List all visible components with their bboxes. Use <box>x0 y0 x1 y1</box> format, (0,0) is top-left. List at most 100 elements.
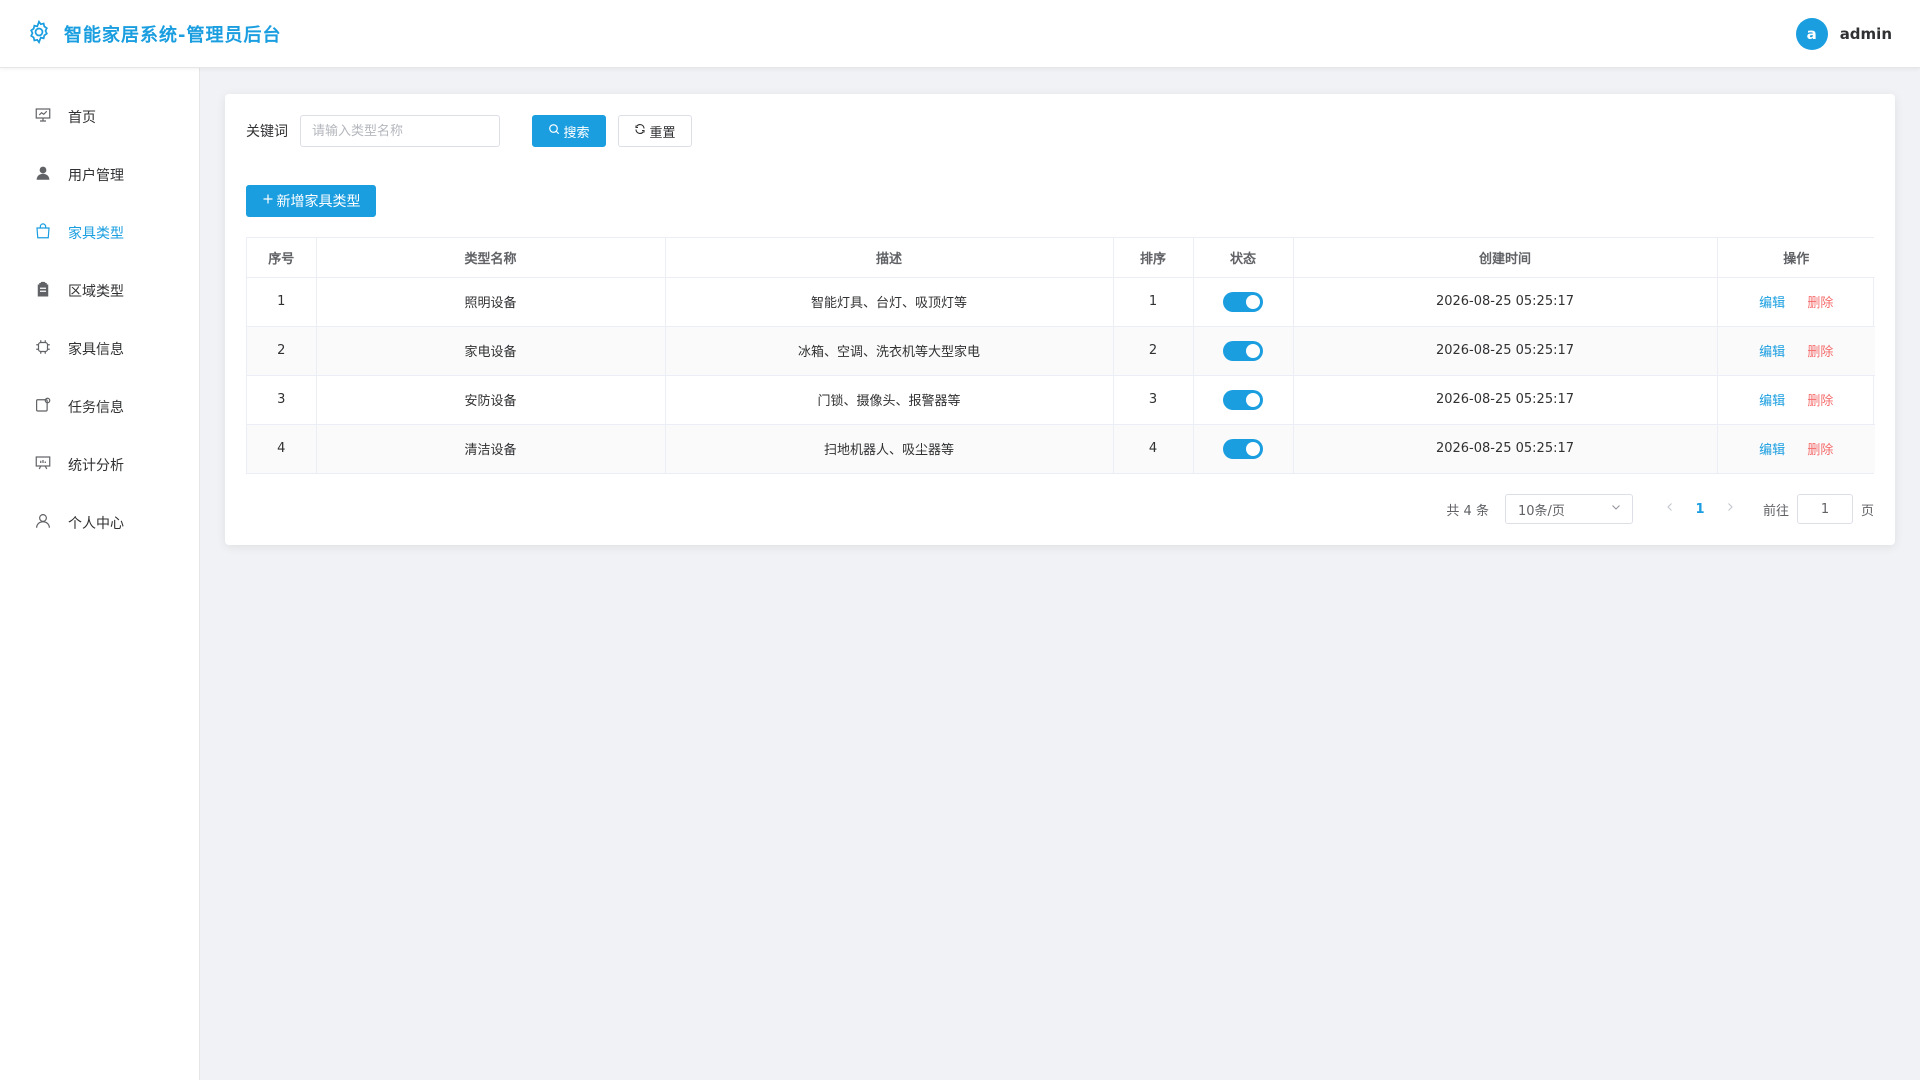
prev-page-button[interactable] <box>1655 501 1685 517</box>
app-title: 智能家居系统-管理员后台 <box>64 24 282 46</box>
sidebar: 首页 用户管理 家具类型 区域类型 家具信息 任务信息 统计分析 个人中心 <box>0 68 200 1080</box>
column-header: 操作 <box>1717 238 1875 278</box>
sidebar-item-profile[interactable]: 个人中心 <box>0 494 199 552</box>
chart-board-icon <box>34 454 52 476</box>
sidebar-item-tasks[interactable]: 任务信息 <box>0 378 199 436</box>
avatar[interactable]: a <box>1795 17 1828 50</box>
task-icon <box>34 396 52 418</box>
cell-description: 智能灯具、台灯、吸顶灯等 <box>665 277 1114 327</box>
chevron-down-icon <box>1610 501 1622 517</box>
sidebar-item-label: 用户管理 <box>68 168 124 184</box>
cell-status <box>1193 424 1294 473</box>
add-furniture-type-button[interactable]: 新增家具类型 <box>246 185 376 217</box>
edit-button[interactable]: 编辑 <box>1759 394 1785 409</box>
goto-suffix: 页 <box>1860 503 1874 519</box>
goto-page-input[interactable] <box>1796 494 1853 524</box>
search-button[interactable]: 搜索 <box>532 115 606 147</box>
column-header: 创建时间 <box>1293 238 1718 278</box>
column-header: 状态 <box>1193 238 1294 278</box>
search-bar: 关键词 搜索 重置 <box>246 115 1874 147</box>
brand: 智能家居系统-管理员后台 <box>26 19 281 49</box>
cell-created: 2026-08-25 05:25:17 <box>1293 424 1718 473</box>
delete-button[interactable]: 删除 <box>1807 394 1833 409</box>
chevron-right-icon <box>1728 503 1733 511</box>
status-toggle[interactable] <box>1223 291 1263 312</box>
sidebar-item-label: 家具信息 <box>68 342 124 358</box>
column-header: 排序 <box>1113 238 1194 278</box>
sidebar-item-label: 区域类型 <box>68 284 124 300</box>
add-button-label: 新增家具类型 <box>276 194 361 210</box>
sidebar-item-furniture-types[interactable]: 家具类型 <box>0 204 199 262</box>
edit-button[interactable]: 编辑 <box>1759 296 1785 311</box>
chevron-left-icon <box>1667 503 1672 511</box>
cell-status <box>1193 375 1294 425</box>
user-icon <box>34 164 52 186</box>
edit-button[interactable]: 编辑 <box>1759 443 1785 458</box>
sidebar-item-statistics[interactable]: 统计分析 <box>0 436 199 494</box>
column-header: 类型名称 <box>316 238 666 278</box>
cell-index: 4 <box>247 424 317 473</box>
cell-sort: 3 <box>1113 375 1194 425</box>
delete-button[interactable]: 删除 <box>1807 296 1833 311</box>
cell-status <box>1193 277 1294 327</box>
delete-button[interactable]: 删除 <box>1807 345 1833 360</box>
cell-status <box>1193 326 1294 376</box>
cell-created: 2026-08-25 05:25:17 <box>1293 277 1718 327</box>
status-toggle[interactable] <box>1223 389 1263 410</box>
sidebar-item-label: 统计分析 <box>68 458 124 474</box>
edit-button[interactable]: 编辑 <box>1759 345 1785 360</box>
cell-index: 1 <box>247 277 317 327</box>
column-header: 描述 <box>665 238 1114 278</box>
plus-icon <box>262 193 274 209</box>
cell-actions: 编辑 删除 <box>1717 375 1875 425</box>
user-menu[interactable]: a admin <box>1795 17 1892 50</box>
sidebar-item-home[interactable]: 首页 <box>0 88 199 146</box>
page-size-select[interactable]: 10条/页 <box>1504 494 1633 524</box>
status-toggle[interactable] <box>1223 438 1263 459</box>
delete-button[interactable]: 删除 <box>1807 443 1833 458</box>
cell-actions: 编辑 删除 <box>1717 277 1875 327</box>
username[interactable]: admin <box>1840 25 1892 43</box>
keyword-label: 关键词 <box>246 124 288 140</box>
sidebar-item-label: 首页 <box>68 110 96 126</box>
page-number-current[interactable]: 1 <box>1685 502 1715 517</box>
cell-description: 冰箱、空调、洗衣机等大型家电 <box>665 326 1114 376</box>
page-size-value: 10条/页 <box>1517 503 1565 519</box>
table-row: 1 照明设备 智能灯具、台灯、吸顶灯等 1 2026-08-25 05:25:1… <box>247 277 1875 327</box>
keyword-input[interactable] <box>300 115 500 147</box>
cell-sort: 4 <box>1113 424 1194 473</box>
status-toggle[interactable] <box>1223 340 1263 361</box>
cell-created: 2026-08-25 05:25:17 <box>1293 326 1718 376</box>
goto-label: 前往 <box>1762 503 1789 519</box>
sidebar-item-label: 个人中心 <box>68 516 124 532</box>
cell-name: 安防设备 <box>316 375 666 425</box>
cell-index: 3 <box>247 375 317 425</box>
cell-name: 家电设备 <box>316 326 666 376</box>
table-row: 4 清洁设备 扫地机器人、吸尘器等 4 2026-08-25 05:25:17 … <box>247 424 1875 473</box>
furniture-type-table: 序号 类型名称 描述 排序 状态 创建时间 操作 1 照明设备 智能灯具、台灯、… <box>246 237 1875 474</box>
clipboard-icon <box>34 280 52 302</box>
presentation-icon <box>34 106 52 128</box>
cell-description: 门锁、摄像头、报警器等 <box>665 375 1114 425</box>
cell-created: 2026-08-25 05:25:17 <box>1293 375 1718 425</box>
table-header-row: 序号 类型名称 描述 排序 状态 创建时间 操作 <box>247 238 1875 278</box>
cell-actions: 编辑 删除 <box>1717 326 1875 376</box>
cell-actions: 编辑 删除 <box>1717 424 1875 473</box>
gear-icon <box>26 19 52 49</box>
sidebar-item-users[interactable]: 用户管理 <box>0 146 199 204</box>
top-header: 智能家居系统-管理员后台 a admin <box>0 0 1920 68</box>
table-row: 2 家电设备 冰箱、空调、洗衣机等大型家电 2 2026-08-25 05:25… <box>247 326 1875 376</box>
sidebar-item-label: 任务信息 <box>68 400 124 416</box>
cell-index: 2 <box>247 326 317 376</box>
sidebar-item-furniture-info[interactable]: 家具信息 <box>0 320 199 378</box>
refresh-icon <box>634 123 646 139</box>
search-button-label: 搜索 <box>563 125 590 141</box>
search-icon <box>548 123 560 139</box>
next-page-button[interactable] <box>1715 501 1745 517</box>
sidebar-item-area-types[interactable]: 区域类型 <box>0 262 199 320</box>
cell-sort: 2 <box>1113 326 1194 376</box>
pagination-total: 共 4 条 <box>1446 503 1489 519</box>
reset-button[interactable]: 重置 <box>618 115 692 147</box>
table-row: 3 安防设备 门锁、摄像头、报警器等 3 2026-08-25 05:25:17… <box>247 375 1875 425</box>
cell-sort: 1 <box>1113 277 1194 327</box>
